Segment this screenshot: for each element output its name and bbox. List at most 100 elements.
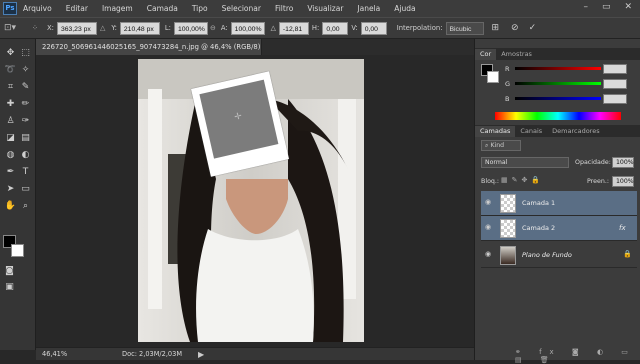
marquee-tool-icon[interactable]: ⬚ — [19, 47, 32, 60]
interpolation-select[interactable]: Bicubic — [445, 21, 484, 35]
magic-wand-icon[interactable]: ✧ — [19, 64, 32, 77]
move-tool-icon[interactable]: ✥ — [4, 47, 17, 60]
visibility-eye-icon[interactable]: ◉ — [485, 199, 494, 206]
channel-b-field[interactable] — [603, 94, 627, 104]
dodge-tool-icon[interactable]: ◐ — [19, 149, 32, 162]
channel-b-slider[interactable] — [515, 97, 601, 100]
document-tabs: 226720_506961446025165_907473284_n.jpg @… — [36, 39, 474, 67]
channel-r-slider[interactable] — [515, 67, 601, 70]
menu-janela[interactable]: Janela — [357, 4, 380, 13]
channel-r-field[interactable] — [603, 64, 627, 74]
channel-b-label: B — [505, 95, 510, 103]
commit-transform-icon[interactable]: ✓ — [529, 23, 537, 33]
crop-tool-icon[interactable]: ⌗ — [4, 81, 17, 94]
tab-amostras[interactable]: Amostras — [496, 49, 537, 60]
hand-tool-icon[interactable]: ✋ — [4, 200, 17, 213]
tab-camadas[interactable]: Camadas — [475, 126, 516, 137]
x-field[interactable]: 363,23 px — [56, 21, 97, 35]
history-brush-icon[interactable]: ✑ — [19, 115, 32, 128]
photo-canvas[interactable]: ✛ — [138, 59, 364, 342]
close-button[interactable]: ✕ — [624, 2, 632, 12]
rectangle-tool-icon[interactable]: ▭ — [19, 183, 32, 196]
visibility-eye-icon[interactable]: ◉ — [485, 224, 494, 231]
restore-button[interactable]: ▭ — [602, 2, 611, 12]
fill-label: Preen.: — [587, 178, 609, 185]
fx-badge[interactable]: fx — [619, 224, 626, 232]
layer-name: Camada 2 — [522, 224, 556, 232]
layer-row-camada-1[interactable]: ◉ Camada 1 — [481, 191, 637, 216]
menu-ajuda[interactable]: Ajuda — [394, 4, 415, 13]
tab-cor[interactable]: Cor — [475, 49, 497, 60]
lock-label: Bloq.: — [481, 178, 500, 185]
layer-name: Camada 1 — [522, 199, 556, 207]
layer-row-plano-de-fundo[interactable]: ◉ Plano de Fundo 🔒 — [481, 243, 637, 268]
interpolation-label: Interpolation: — [396, 24, 443, 32]
channel-g-field[interactable] — [603, 79, 627, 89]
menu-arquivo[interactable]: Arquivo — [23, 4, 52, 13]
menu-visualizar[interactable]: Visualizar — [307, 4, 343, 13]
lock-icon: 🔒 — [623, 250, 632, 258]
menu-editar[interactable]: Editar — [66, 4, 88, 13]
document-tab[interactable]: 226720_506961446025165_907473284_n.jpg @… — [36, 39, 262, 67]
angle-field[interactable]: -12,81 — [278, 21, 309, 35]
blend-mode-select[interactable]: Normal — [481, 157, 569, 168]
blur-tool-icon[interactable]: ◍ — [4, 149, 17, 162]
channel-g-slider[interactable] — [515, 82, 601, 85]
visibility-eye-icon[interactable]: ◉ — [485, 251, 494, 258]
tab-canais[interactable]: Canais — [515, 126, 547, 137]
menu-tipo[interactable]: Tipo — [192, 4, 208, 13]
menu-filtro[interactable]: Filtro — [275, 4, 293, 13]
width-field[interactable]: 100,00% — [173, 21, 208, 35]
layer-row-camada-2[interactable]: ◉ Camada 2 fx — [481, 216, 637, 241]
color-panel-tabs: Cor Amostras — [475, 48, 640, 60]
fill-field[interactable]: 100% — [612, 176, 634, 187]
layer-kind-filter[interactable]: ⌕ Kind — [481, 140, 521, 151]
pen-tool-icon[interactable]: ✒ — [4, 166, 17, 179]
status-bar: 46,41% Doc: 2,03M/2,03M ▶ — [36, 347, 474, 360]
vskew-field[interactable]: 0,00 — [360, 21, 387, 35]
lock-icons[interactable]: ▦✎✥🔒 — [501, 176, 544, 184]
healing-brush-icon[interactable]: ✚ — [4, 98, 17, 111]
opacity-field[interactable]: 100% — [612, 157, 634, 168]
menu-selecionar[interactable]: Selecionar — [222, 4, 261, 13]
eyedropper-icon[interactable]: ✎ — [19, 81, 32, 94]
photoshop-logo: Ps — [3, 2, 17, 15]
hskew-field[interactable]: 0,00 — [322, 21, 349, 35]
minimize-button[interactable]: – — [583, 2, 588, 12]
lasso-tool-icon[interactable]: ➰ — [4, 64, 17, 77]
layers-footer-icons[interactable]: ⚭ fx ◙ ◐ ▭ ▤ 🗑 — [515, 348, 640, 364]
options-bar: ⊡▾ ⁘ X: 363,23 px △ Y: 210,48 px L: 100,… — [0, 17, 640, 39]
canvas-area[interactable]: ✛ — [36, 55, 474, 347]
screen-mode-icon[interactable]: ▣ — [3, 281, 16, 294]
link-delta-icon[interactable]: △ — [100, 24, 105, 32]
zoom-tool-icon[interactable]: ⌕ — [19, 200, 32, 213]
height-label: A: — [220, 24, 228, 32]
color-background-swatch[interactable] — [487, 71, 499, 83]
warp-icon[interactable]: ⊞ — [492, 23, 500, 33]
zoom-level[interactable]: 46,41% — [42, 350, 102, 358]
clone-stamp-icon[interactable]: ♙ — [4, 115, 17, 128]
gradient-tool-icon[interactable]: ▤ — [19, 132, 32, 145]
layers-panel-tabs: Camadas Canais Demarcadores — [475, 125, 640, 137]
tab-demarcadores[interactable]: Demarcadores — [547, 126, 604, 137]
hskew-label: H: — [311, 24, 320, 32]
layer-thumbnail — [500, 194, 516, 213]
background-color-swatch[interactable] — [11, 244, 24, 257]
status-arrow-icon[interactable]: ▶ — [198, 350, 204, 359]
transform-center-icon[interactable]: ✛ — [233, 112, 243, 123]
layer-thumbnail — [500, 219, 516, 238]
transform-icon[interactable]: ⊡▾ — [4, 23, 32, 33]
y-field[interactable]: 210,48 px — [119, 21, 160, 35]
eraser-tool-icon[interactable]: ◪ — [4, 132, 17, 145]
menu-imagem[interactable]: Imagem — [102, 4, 133, 13]
quick-mask-icon[interactable]: ◙ — [3, 265, 16, 278]
cancel-transform-icon[interactable]: ⊘ — [511, 23, 519, 33]
menu-camada[interactable]: Camada — [147, 4, 178, 13]
brush-tool-icon[interactable]: ✏ — [19, 98, 32, 111]
path-selection-icon[interactable]: ➤ — [4, 183, 17, 196]
color-spectrum-ramp[interactable] — [495, 112, 621, 120]
type-tool-icon[interactable]: T — [19, 166, 32, 179]
chain-link-icon[interactable]: ⊖ — [210, 24, 216, 32]
height-field[interactable]: 100,00% — [230, 21, 265, 35]
reference-point-icon[interactable]: ⁘ — [32, 24, 44, 32]
